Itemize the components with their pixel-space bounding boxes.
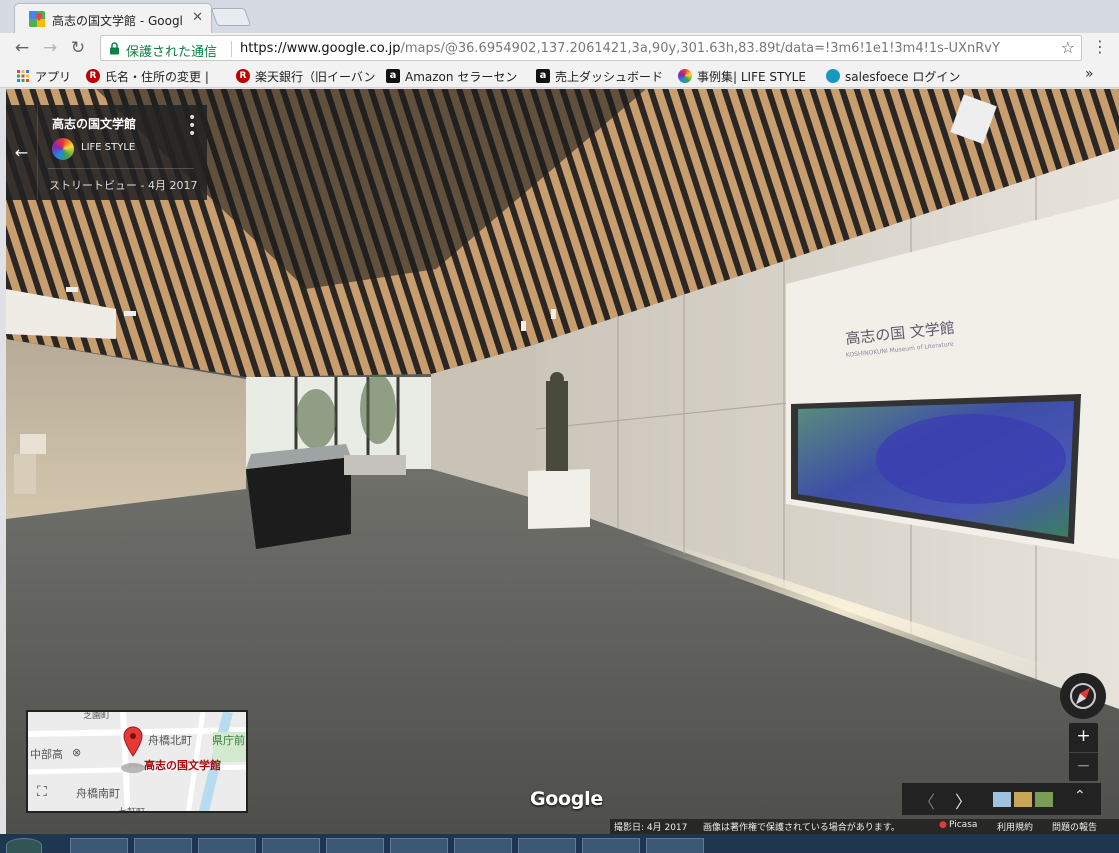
forward-arrow-icon[interactable]: → [38, 36, 62, 60]
bookmarks-overflow-icon[interactable]: » [1085, 66, 1094, 82]
bookmark-label: salesfoece ログイン [845, 69, 961, 84]
map-label: 中部高 [30, 748, 63, 761]
url-host: https://www.google.co.jp [240, 41, 401, 56]
map-label: 芝園町 [83, 711, 111, 721]
browser-menu-icon[interactable]: ⋮ [1092, 38, 1108, 56]
map-label: 舟橋北町 [148, 734, 192, 747]
bookmark-apps[interactable]: アプリ [16, 67, 71, 85]
location-pin-icon [121, 726, 145, 773]
contributor-name[interactable]: LIFE STYLE [81, 142, 135, 153]
taskbar-item[interactable] [390, 838, 448, 853]
bookmark-sales-dashboard[interactable]: a 売上ダッシュボード [536, 67, 663, 85]
lifestyle-logo-icon [52, 138, 74, 160]
lifestyle-icon [678, 69, 692, 83]
tab-active[interactable]: 高志の国文学館 - Googl ✕ [14, 3, 212, 33]
photo-thumbnail[interactable] [1014, 792, 1032, 807]
amazon-icon: a [536, 69, 550, 83]
bookmark-label: Amazon セラーセン [405, 69, 518, 84]
back-arrow-icon[interactable]: ← [10, 36, 34, 60]
info-divider [48, 168, 194, 169]
bookmark-salesforce[interactable]: salesfoece ログイン [826, 67, 960, 85]
rakuten-icon: R [86, 69, 100, 83]
reload-icon[interactable]: ↻ [66, 36, 90, 60]
google-logo: Google [530, 788, 603, 810]
bookmark-name-change[interactable]: R 氏名・住所の変更 | [86, 67, 209, 85]
secure-connection-label: 保護された通信 [126, 45, 218, 60]
os-taskbar [0, 834, 1119, 853]
capture-date: ストリートビュー - 4月 2017 [49, 179, 198, 192]
apps-grid-icon [17, 70, 29, 82]
taskbar-item[interactable] [518, 838, 576, 853]
back-to-map-icon[interactable]: ← [6, 105, 38, 200]
zoom-control: + − [1069, 723, 1098, 781]
place-info-card: ← 高志の国文学館 • • • LIFE STYLE ストリートビュー - 4月 2… [6, 105, 207, 200]
map-label: 県庁前 [212, 734, 245, 747]
taskbar-item[interactable] [582, 838, 640, 853]
zoom-in-button[interactable]: + [1069, 723, 1098, 752]
map-label: 七軒町 [118, 808, 146, 813]
url-path: /maps/@36.6954902,137.2061421,3a,90y,301… [400, 41, 1000, 56]
bookmark-label: 事例集| LIFE STYLE [697, 69, 806, 84]
taskbar-item[interactable] [262, 838, 320, 853]
taskbar-item[interactable] [326, 838, 384, 853]
bookmark-label: 売上ダッシュボード [555, 69, 664, 84]
lock-icon [110, 42, 119, 55]
compass-icon[interactable] [1060, 673, 1106, 719]
picasa-link[interactable]: Picasa [949, 820, 977, 830]
google-maps-favicon-icon [29, 11, 45, 27]
bookmark-lifestyle[interactable]: 事例集| LIFE STYLE [678, 67, 806, 85]
bookmark-amazon-seller[interactable]: a Amazon セラーセン [386, 67, 517, 85]
terms-link[interactable]: 利用規約 [997, 820, 1033, 833]
address-bar[interactable]: 保護された通信 https://www.google.co.jp/maps/@3… [100, 35, 1082, 61]
bookmark-label: アプリ [35, 69, 72, 84]
expand-map-icon[interactable]: ⛶ [37, 784, 47, 800]
taskbar-item[interactable] [454, 838, 512, 853]
browser-toolbar: ← → ↻ 保護された通信 https://www.google.co.jp/m… [0, 33, 1119, 63]
mini-map-place-label: 高志の国文学館 [144, 759, 221, 772]
school-icon: ⊗ [72, 746, 82, 759]
amazon-icon: a [386, 69, 400, 83]
taskbar-item[interactable] [70, 838, 128, 853]
taskbar-item[interactable] [646, 838, 704, 853]
url-text[interactable]: https://www.google.co.jp/maps/@36.695490… [240, 41, 1050, 56]
previous-photo-icon[interactable]: 〈 [918, 788, 935, 813]
bookmarks-bar: アプリ R 氏名・住所の変更 | R 楽天銀行（旧イーバン a Amazon セ… [0, 63, 1119, 88]
new-tab-button[interactable] [210, 8, 252, 26]
next-photo-icon[interactable]: 〉 [955, 788, 972, 813]
place-title[interactable]: 高志の国文学館 [52, 115, 136, 132]
tab-title: 高志の国文学館 - Googl [52, 14, 183, 28]
zoom-out-button[interactable]: − [1069, 752, 1098, 781]
more-options-icon[interactable]: • • • [188, 111, 196, 141]
map-footer: 撮影日: 4月 2017 画像は著作権で保護されている場合があります。 ● Pi… [610, 819, 1119, 834]
rakuten-icon: R [236, 69, 250, 83]
taskbar-item[interactable] [198, 838, 256, 853]
start-button[interactable] [6, 838, 42, 853]
photo-thumbnail[interactable] [993, 792, 1011, 807]
photo-thumbnail[interactable] [1035, 792, 1053, 807]
map-label: 舟橋南町 [76, 787, 120, 800]
bookmark-star-icon[interactable]: ☆ [1061, 38, 1075, 57]
capture-date-footer: 撮影日: 4月 2017 [614, 823, 688, 833]
bookmark-rakuten-bank[interactable]: R 楽天銀行（旧イーバン [236, 67, 375, 85]
address-separator [231, 41, 232, 57]
salesforce-icon [826, 69, 840, 83]
bookmark-label: 氏名・住所の変更 | [105, 69, 209, 84]
expand-filmstrip-icon[interactable]: ⌃ [1074, 788, 1086, 804]
bookmark-label: 楽天銀行（旧イーバン [255, 69, 376, 84]
picasa-icon: ● [939, 820, 947, 830]
taskbar-item[interactable] [134, 838, 192, 853]
close-tab-icon[interactable]: ✕ [192, 10, 203, 25]
copyright-notice: 画像は著作権で保護されている場合があります。 [703, 823, 900, 833]
tab-strip: 高志の国文学館 - Googl ✕ [0, 0, 1119, 33]
mini-map[interactable]: 中部高 ⊗ 舟橋北町 県庁前 舟橋南町 七軒町 芝園町 高志の国文学館 ⛶ [26, 710, 248, 813]
photo-filmstrip: 〈 〉 ⌃ [902, 783, 1101, 815]
report-problem-link[interactable]: 問題の報告 [1052, 820, 1097, 833]
